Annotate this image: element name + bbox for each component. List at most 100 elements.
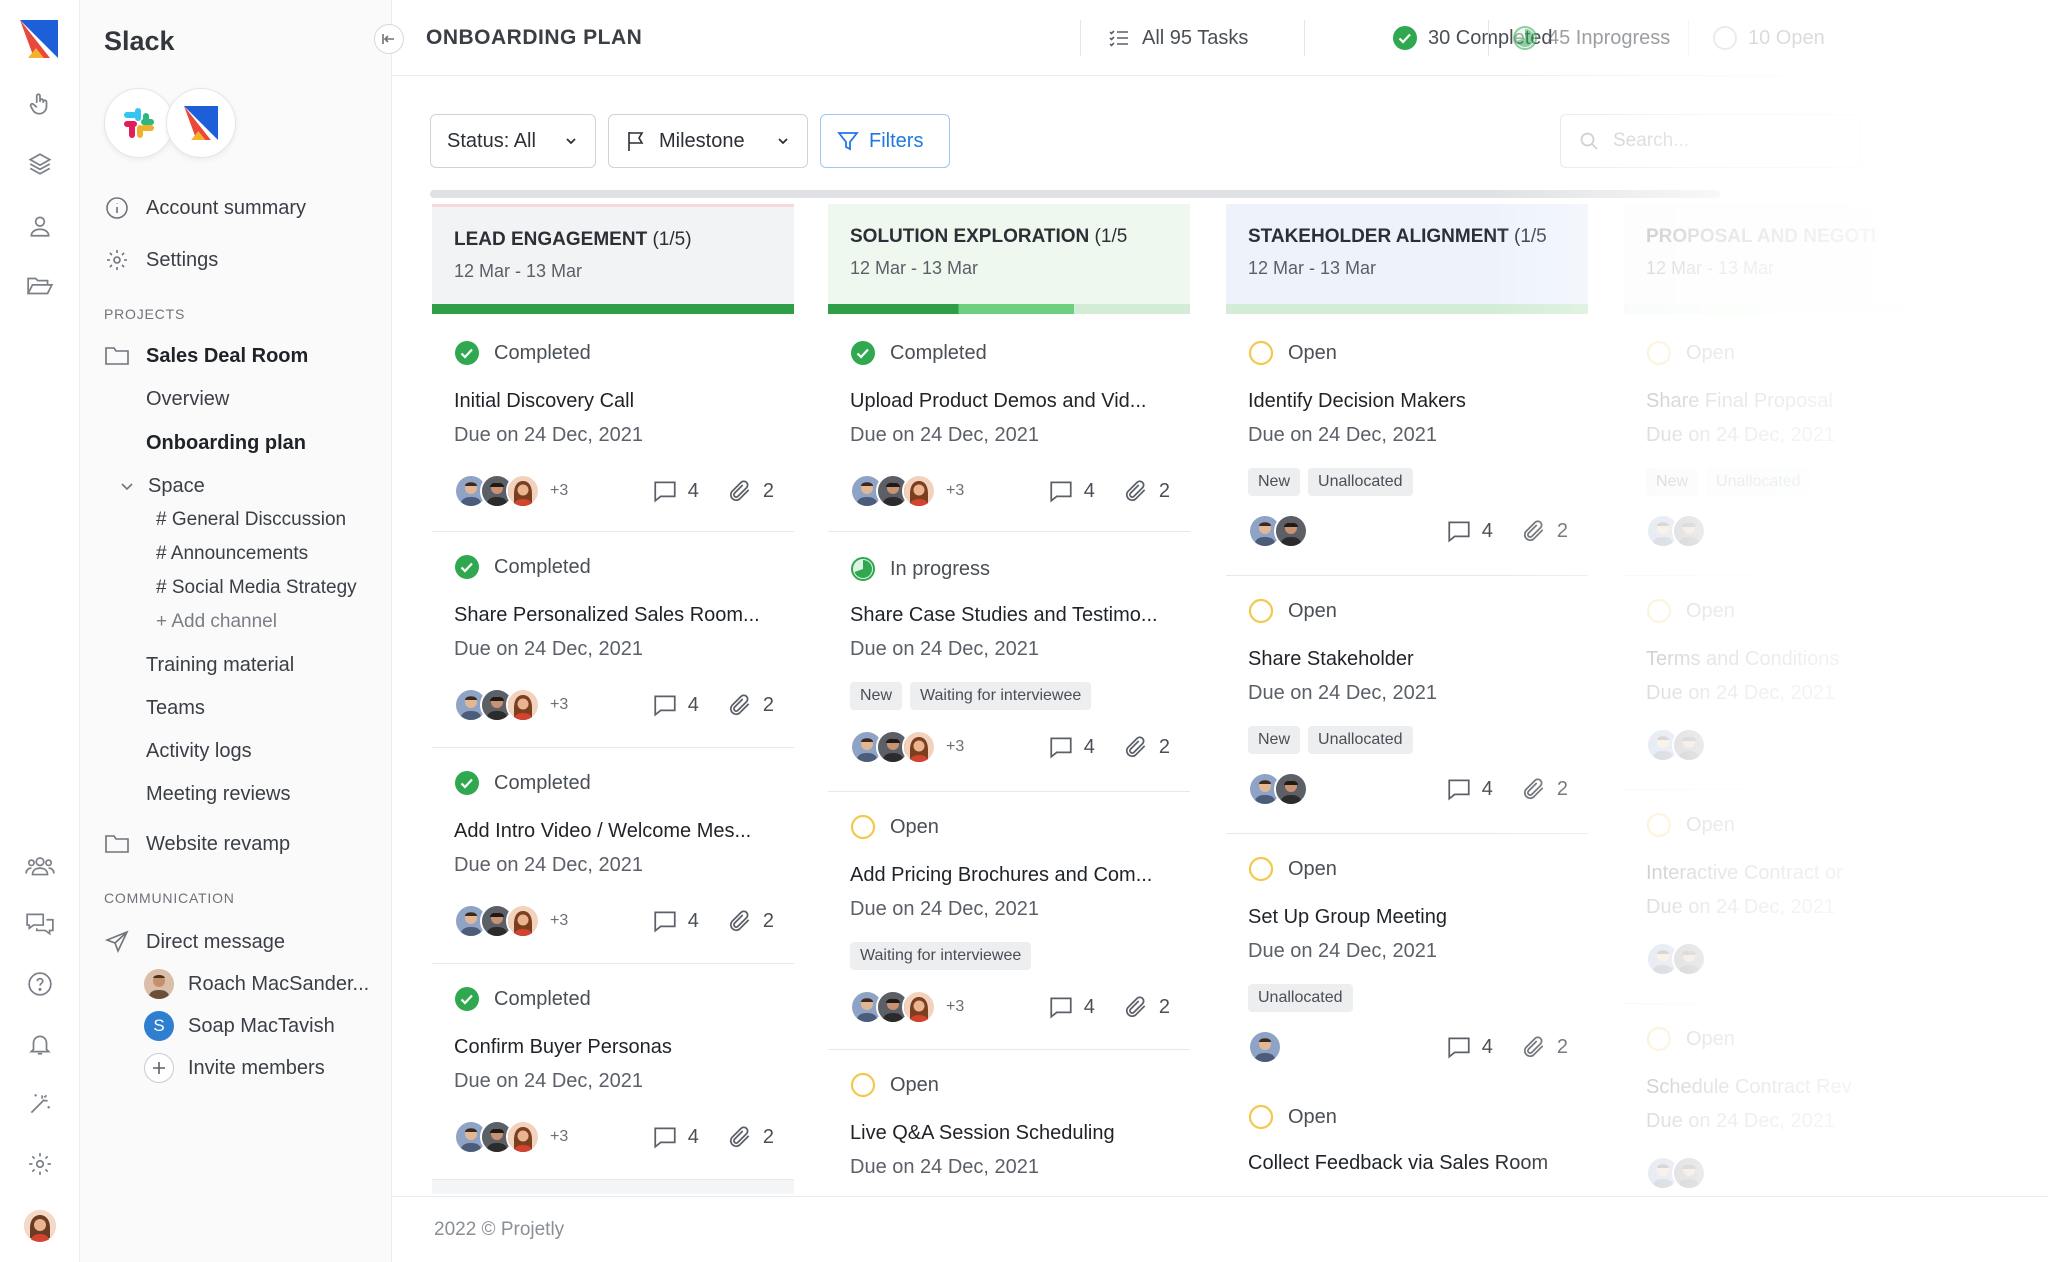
user-icon[interactable] (22, 208, 58, 244)
column-header[interactable]: PROPOSAL AND NEGOTI 12 Mar - 13 Mar (1624, 204, 1986, 310)
inprogress-stat[interactable]: 45 Inprogress (1512, 24, 1670, 52)
assignee-avatars[interactable]: +3 (850, 474, 964, 508)
dm-item-soap[interactable]: S Soap MacTavish (144, 1010, 335, 1042)
collapse-sidebar-button[interactable] (374, 24, 404, 54)
task-meta: +3 4 2 (454, 902, 774, 940)
task-card[interactable]: In progress Share Case Studies and Testi… (828, 532, 1190, 792)
projetly-logo-icon[interactable] (20, 20, 58, 58)
nav-meeting-reviews[interactable]: Meeting reviews (146, 779, 291, 809)
task-due-date: Due on 24 Dec, 2021 (454, 424, 644, 446)
assignee-avatars[interactable] (1646, 942, 1706, 976)
nav-training-material[interactable]: Training material (146, 650, 294, 680)
task-card[interactable]: Open Schedule Contract Rev Due on 24 Dec… (1624, 1004, 1986, 1194)
nav-activity-logs[interactable]: Activity logs (146, 736, 252, 766)
milestone-dropdown[interactable]: Milestone (608, 114, 808, 168)
tag[interactable]: New (1646, 468, 1699, 496)
task-card[interactable]: Open Share Final Proposal Due on 24 Dec,… (1624, 314, 1986, 576)
user-avatar[interactable] (24, 1210, 56, 1242)
filter-icon (837, 130, 859, 152)
column-title: PROPOSAL AND NEGOTI (1646, 226, 1877, 247)
direct-message-link[interactable]: Direct message (104, 926, 285, 958)
tag[interactable]: Unallocated (1248, 984, 1353, 1012)
task-card[interactable]: Open Terms and Conditions Due on 24 Dec,… (1624, 576, 1986, 790)
task-card[interactable]: Completed Confirm Buyer Personas Due on … (432, 964, 794, 1180)
slack-logo-icon[interactable] (104, 88, 174, 158)
column-header[interactable]: LEAD ENGAGEMENT (1/5) 12 Mar - 13 Mar (432, 204, 794, 310)
task-card[interactable]: Completed Initial Discovery Call Due on … (432, 314, 794, 532)
tag[interactable]: Waiting for interviewee (850, 942, 1032, 970)
tag[interactable]: New (1248, 468, 1301, 496)
nav-teams[interactable]: Teams (146, 693, 205, 723)
task-counters: 4 2 (1446, 776, 1568, 802)
tag[interactable]: New (1248, 726, 1301, 754)
task-card[interactable]: Open Identify Decision Makers Due on 24 … (1226, 314, 1588, 576)
help-icon[interactable] (22, 966, 58, 1002)
task-card[interactable]: Completed Share Personalized Sales Room.… (432, 532, 794, 748)
hand-pointer-icon[interactable] (22, 86, 58, 122)
task-card[interactable]: Completed Add Intro Video / Welcome Mes.… (432, 748, 794, 964)
dm-item-roach[interactable]: Roach MacSander... (144, 968, 369, 1000)
search-input[interactable]: Search... (1560, 114, 1860, 168)
assignee-avatars[interactable]: +3 (454, 688, 568, 722)
check-circle-icon (1392, 25, 1418, 51)
tag[interactable]: Unallocated (1308, 468, 1413, 496)
task-meta: +3 4 2 (850, 472, 1170, 510)
task-card[interactable]: Open Add Pricing Brochures and Com... Du… (828, 792, 1190, 1050)
nav-overview[interactable]: Overview (146, 384, 229, 414)
nav-space[interactable]: Space (114, 470, 205, 502)
status-dropdown[interactable]: Status: All (430, 114, 596, 168)
column-header[interactable]: SOLUTION EXPLORATION (1/5 12 Mar - 13 Ma… (828, 204, 1190, 310)
projetly-logo-icon[interactable] (166, 88, 236, 158)
gear-icon[interactable] (22, 1146, 58, 1182)
board-horizontal-scrollbar[interactable] (430, 190, 1720, 198)
tag[interactable]: Unallocated (1308, 726, 1413, 754)
add-channel-link[interactable]: + Add channel (156, 608, 277, 636)
filters-button[interactable]: Filters (820, 114, 950, 168)
assignee-avatars[interactable]: +3 (454, 474, 568, 508)
assignee-avatars[interactable] (1248, 1030, 1282, 1064)
folder-open-icon[interactable] (22, 268, 58, 304)
channel-social-media[interactable]: # Social Media Strategy (156, 574, 357, 602)
project-sales-deal-room[interactable]: Sales Deal Room (104, 340, 308, 372)
assignee-avatars[interactable]: +3 (454, 1120, 568, 1154)
chat-icon[interactable] (22, 906, 58, 942)
column-count: (1/5) (652, 229, 692, 250)
layers-icon[interactable] (22, 146, 58, 182)
invite-members-button[interactable]: Invite members (144, 1052, 325, 1084)
task-card[interactable]: Open Set Up Group Meeting Due on 24 Dec,… (1226, 834, 1588, 1092)
task-title: Terms and Conditions (1646, 648, 1840, 670)
settings-link[interactable]: Settings (104, 244, 218, 276)
team-icon[interactable] (22, 848, 58, 884)
open-stat[interactable]: 10 Open (1712, 24, 1825, 52)
assignee-avatars[interactable] (1646, 514, 1706, 548)
project-website-revamp[interactable]: Website revamp (104, 828, 290, 860)
bell-icon[interactable] (22, 1026, 58, 1062)
task-meta: +3 4 2 (454, 1118, 774, 1156)
channel-announcements[interactable]: # Announcements (156, 540, 308, 568)
account-summary-link[interactable]: Account summary (104, 192, 306, 224)
tag[interactable]: Waiting for interviewee (910, 682, 1092, 710)
assignee-avatars[interactable]: +3 (850, 730, 964, 764)
avatar (144, 969, 174, 999)
task-card[interactable]: Open Interactive Contract or Due on 24 D… (1624, 790, 1986, 1004)
task-card[interactable]: Open Collect Feedback via Sales Room (1226, 1092, 1588, 1194)
avatar (1248, 1030, 1282, 1064)
column-progress-bar (1624, 304, 1986, 314)
task-card[interactable]: Open Live Q&A Session Scheduling Due on … (828, 1050, 1190, 1194)
assignee-avatars[interactable]: +3 (454, 904, 568, 938)
tag[interactable]: New (850, 682, 903, 710)
assignee-avatars[interactable] (1646, 1156, 1706, 1190)
assignee-avatars[interactable] (1248, 772, 1308, 806)
magic-wand-icon[interactable] (22, 1086, 58, 1122)
nav-onboarding-plan[interactable]: Onboarding plan (146, 428, 306, 458)
channel-general[interactable]: # General Disccussion (156, 506, 346, 534)
tag[interactable]: Unallocated (1706, 468, 1811, 496)
column-header[interactable]: STAKEHOLDER ALIGNMENT (1/5 12 Mar - 13 M… (1226, 204, 1588, 310)
task-card[interactable]: Completed Upload Product Demos and Vid..… (828, 314, 1190, 532)
all-tasks-stat[interactable]: All 95 Tasks (1106, 24, 1248, 52)
task-card[interactable]: Open Share Stakeholder Due on 24 Dec, 20… (1226, 576, 1588, 834)
assignee-avatars[interactable]: +3 (850, 990, 964, 1024)
assignee-avatars[interactable] (1248, 514, 1308, 548)
more-assignees: +3 (550, 1128, 569, 1145)
assignee-avatars[interactable] (1646, 728, 1706, 762)
